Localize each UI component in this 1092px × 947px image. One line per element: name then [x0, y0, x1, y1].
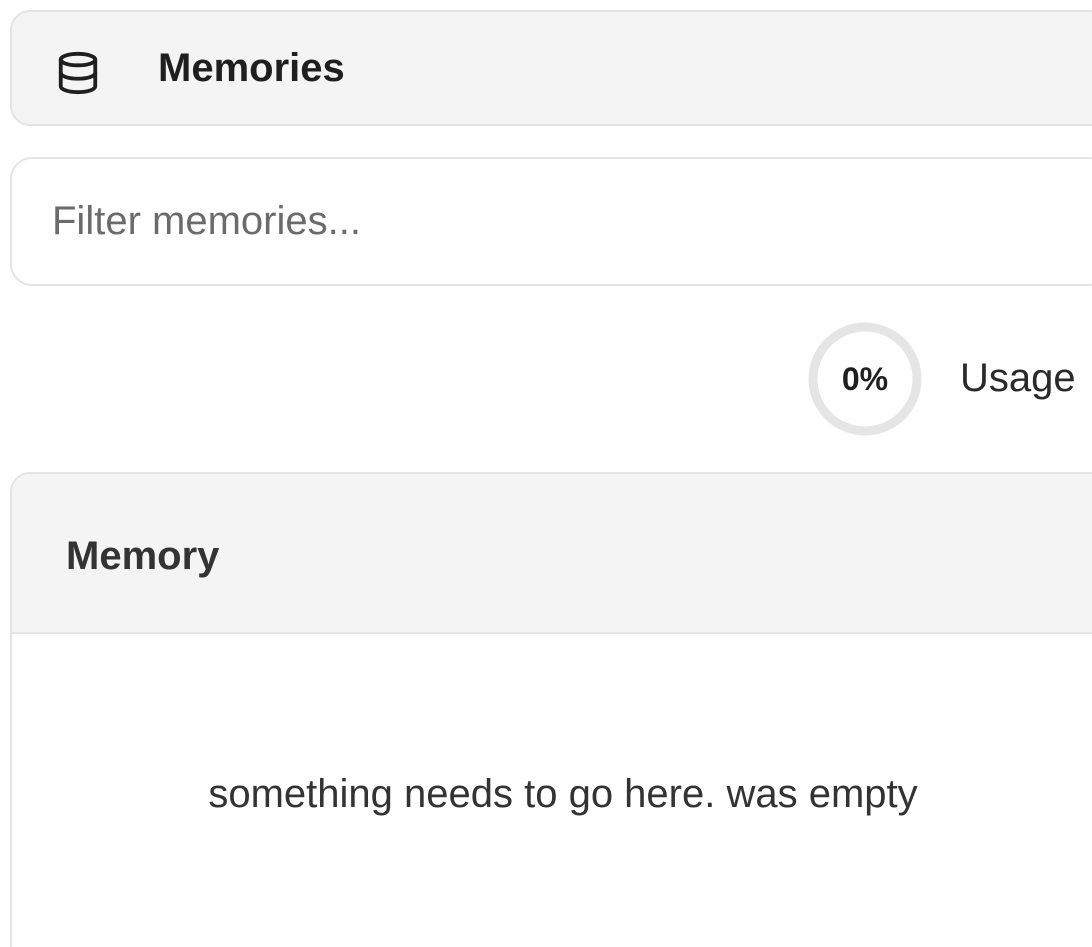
- memories-header: Memories: [10, 10, 1092, 126]
- filter-memories-input[interactable]: [10, 157, 1092, 286]
- column-header-memory: Memory: [66, 534, 220, 578]
- empty-state-message: something needs to go here. was empty: [208, 772, 918, 816]
- table-header: Memory: [12, 474, 1092, 634]
- page-title: Memories: [158, 46, 345, 90]
- usage-percent: 0%: [841, 360, 889, 397]
- database-icon: [58, 51, 98, 95]
- usage-label: Usage: [960, 356, 1076, 400]
- memories-panel: Memories 0% Usage Memory something needs…: [0, 0, 1092, 947]
- memories-table: Memory something needs to go here. was e…: [10, 472, 1092, 947]
